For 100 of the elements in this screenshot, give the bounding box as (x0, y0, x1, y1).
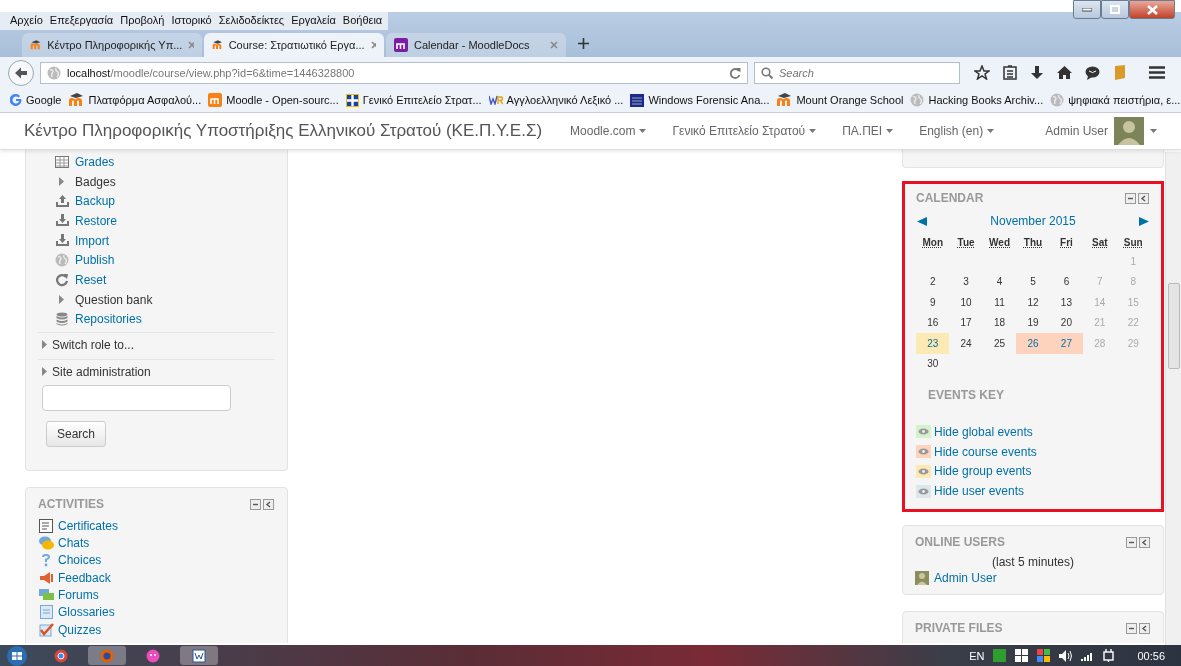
caret-icon (809, 129, 817, 133)
nav-menu[interactable]: English (en) (919, 124, 995, 138)
bookmark-link[interactable]: ψηφιακά πειστήρια, ε... (1050, 93, 1181, 107)
bookmark-link[interactable]: Πλατφόρμα Ασφαλού... (68, 93, 202, 107)
bookmark-link[interactable]: Google (10, 94, 62, 106)
table-icon (55, 155, 69, 168)
bookmark-link[interactable]: Mount Orange School (776, 93, 904, 107)
activity-link[interactable]: Feedback (58, 570, 111, 585)
eye-icon[interactable] (916, 484, 931, 498)
nav-branch[interactable]: Question bank (75, 292, 153, 307)
activity-link[interactable]: Certificates (58, 518, 119, 533)
volume-icon[interactable] (1059, 649, 1073, 662)
search-input[interactable] (42, 385, 231, 412)
address-bar[interactable]: localhost/moodle/course/view.php?id=6&time=1446328800 (40, 61, 748, 84)
new-tab-icon[interactable] (578, 38, 589, 49)
user-menu[interactable]: Admin User (1045, 117, 1157, 145)
calendar-day: 4 (982, 271, 1017, 292)
block-controls-icon[interactable] (1126, 622, 1151, 634)
nav-menu[interactable]: Γενικό Επιτελείο Στρατού (672, 124, 817, 138)
block-controls-icon[interactable] (1125, 192, 1150, 204)
user-link[interactable]: Admin User (934, 571, 997, 586)
nav-section[interactable]: Site administration (52, 364, 151, 379)
event-day[interactable]: 23 (916, 333, 950, 354)
menu-item[interactable]: Προβολή (120, 14, 165, 28)
expand-arrow-icon[interactable] (59, 177, 64, 187)
wr-logo-icon (488, 95, 503, 105)
nav-link[interactable]: Publish (75, 253, 115, 268)
taskbar-app[interactable] (180, 646, 218, 665)
bookmark-link[interactable]: Windows Forensic Ana... (630, 93, 770, 107)
hide-events-link[interactable]: Hide course events (934, 444, 1037, 459)
home-icon[interactable] (1057, 66, 1072, 79)
menu-item[interactable]: Εργαλεία (291, 14, 336, 28)
tray-app-icon[interactable] (993, 649, 1007, 662)
hide-events-link[interactable]: Hide group events (934, 464, 1032, 479)
flag-icon[interactable] (1037, 649, 1051, 662)
minimize-button[interactable] (1073, 0, 1101, 19)
search-field[interactable]: Search (754, 61, 960, 84)
close-button[interactable] (1129, 0, 1175, 19)
menu-icon[interactable] (1149, 66, 1165, 79)
hide-events-link[interactable]: Hide global events (934, 424, 1033, 439)
bookmark-link[interactable]: Moodle - Open-sourc... (208, 93, 339, 107)
nav-link[interactable]: Import (75, 233, 109, 248)
nav-link[interactable]: Backup (75, 194, 116, 209)
language-indicator[interactable]: EN (969, 649, 985, 662)
browser-tab[interactable]: Calendar - MoodleDocs (386, 33, 566, 57)
activity-link[interactable]: Quizzes (58, 622, 102, 637)
restore-button[interactable] (1101, 0, 1129, 19)
weekday-label: Sat (1091, 236, 1109, 250)
nav-section[interactable]: Switch role to... (52, 337, 135, 352)
close-icon[interactable] (370, 41, 376, 49)
menu-item[interactable]: Επεξεργασία (49, 14, 114, 28)
windows-flag-icon[interactable] (1015, 649, 1029, 662)
power-plug-icon[interactable] (1103, 649, 1115, 662)
menu-item[interactable]: Ιστορικό (171, 14, 212, 28)
search-button[interactable]: Search (46, 421, 107, 448)
expand-arrow-icon[interactable] (42, 340, 47, 350)
nav-link[interactable]: Grades (75, 154, 115, 169)
bookmark-link[interactable]: Γενικό Επιτελείο Στρατ... (345, 93, 482, 107)
scrollbar[interactable] (1165, 152, 1181, 645)
block-controls-icon[interactable] (1126, 536, 1151, 548)
expand-arrow-icon[interactable] (59, 295, 64, 305)
eye-icon[interactable] (916, 425, 931, 439)
clock-time[interactable]: 00:56 (1137, 649, 1165, 662)
activity-link[interactable]: Chats (58, 536, 90, 551)
nav-menu[interactable]: Moodle.com (570, 124, 647, 138)
expand-arrow-icon[interactable] (42, 367, 47, 377)
chat-icon[interactable] (1085, 65, 1100, 80)
activity-link[interactable]: Choices (58, 553, 102, 568)
menu-item[interactable]: Σελιδοδείκτες (218, 14, 285, 28)
site-title[interactable]: Κέντρο Πληροφορικής Υποστήριξης Ελληνικού Στρατού (ΚΕ.Π.Υ.Ε.Σ) (24, 121, 543, 141)
menu-item[interactable]: Αρχείο (10, 14, 43, 28)
activity-link[interactable]: Glossaries (58, 605, 115, 620)
download-icon[interactable] (1030, 65, 1044, 80)
nav-link[interactable]: Reset (75, 272, 107, 287)
bookmark-link[interactable]: Αγγλοελληνικό Λεξικό ... (488, 94, 624, 106)
nav-link[interactable]: Repositories (75, 312, 142, 327)
nav-branch[interactable]: Badges (75, 174, 116, 189)
browser-tab[interactable]: Κέντρο Πληροφορικής Υπ... (22, 33, 202, 57)
bookmark-link[interactable]: Hacking Books Archiv... (910, 93, 1044, 107)
clipboard-icon[interactable] (1003, 65, 1017, 80)
previous-month-arrow[interactable] (917, 216, 927, 226)
month-title[interactable]: November 2015 (990, 214, 1076, 228)
reload-icon[interactable] (729, 66, 741, 79)
block-controls-icon[interactable] (250, 498, 275, 510)
activity-link[interactable]: Forums (58, 588, 99, 602)
download-icon (54, 214, 70, 228)
nav-menu[interactable]: ΠΑ.ΠΕΙ (842, 124, 894, 138)
back-button[interactable] (8, 59, 34, 86)
next-month-arrow[interactable] (1139, 216, 1149, 226)
star-icon[interactable] (974, 65, 990, 80)
browser-tab[interactable]: Course: Στρατιωτικό Εργα... (204, 33, 384, 57)
event-day[interactable]: 26 (1016, 333, 1050, 354)
menu-item[interactable]: Βοήθεια (342, 14, 383, 28)
nav-link[interactable]: Restore (75, 213, 118, 228)
hide-events-link[interactable]: Hide user events (934, 484, 1025, 499)
eye-icon[interactable] (916, 445, 931, 459)
calendar-day: 16 (916, 312, 950, 333)
event-day[interactable]: 27 (1049, 333, 1084, 354)
signal-icon[interactable] (1081, 650, 1095, 661)
calendar-day: 15 (1116, 292, 1150, 313)
